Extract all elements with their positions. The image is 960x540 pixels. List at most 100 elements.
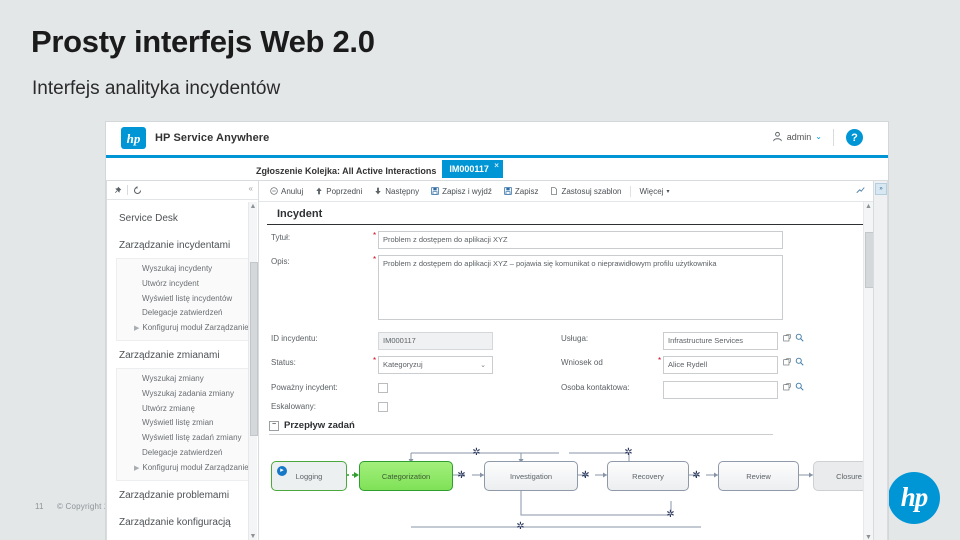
next-button-label: Następny (385, 186, 420, 196)
sidebar-item-create-change[interactable]: Utwórz zmianę (117, 402, 251, 417)
service-input[interactable]: Infrastructure Services (663, 332, 778, 350)
tab-bar: Zgłoszenie Kolejka: All Active Interacti… (106, 158, 888, 180)
workflow-node-logging[interactable]: ▸ Logging (271, 461, 347, 491)
tab-queue[interactable]: Zgłoszenie Kolejka: All Active Interacti… (256, 162, 436, 176)
cancel-button[interactable]: Anuluj (264, 187, 309, 196)
major-incident-label: Poważny incydent: (271, 383, 338, 392)
sidebar-item-create-incident[interactable]: Utwórz incydent (117, 277, 251, 292)
sidebar-item-configure-incident-label: Konfiguruj moduł Zarządzanie ... (142, 323, 251, 333)
user-menu[interactable]: admin ⌄ (772, 131, 822, 142)
gear-icon[interactable]: ✲ (515, 521, 526, 532)
workflow-node-review[interactable]: Review (718, 461, 799, 491)
right-rail: » (874, 180, 888, 540)
toolbar-divider (630, 185, 632, 197)
close-icon[interactable]: × (494, 161, 499, 170)
workflow-node-review-label: Review (746, 471, 771, 481)
sidebar-section-problem-management[interactable]: Zarządzanie problemami (107, 481, 258, 508)
workflow-node-recovery[interactable]: Recovery (607, 461, 689, 491)
workflow-title: Przepływ zadań (284, 420, 355, 431)
scroll-down-icon[interactable]: ▼ (249, 532, 257, 540)
workflow-node-categorization[interactable]: Categorization (359, 461, 453, 491)
incident-id-input: IM000117 (378, 332, 493, 350)
record-panel: Anuluj Poprzedni Następny Zapisz i wyjdź… (258, 180, 874, 540)
sidebar-group-change: Wyszukaj zmiany Wyszukaj zadania zmiany … (116, 367, 252, 481)
sidebar-scroll-thumb[interactable] (250, 262, 258, 436)
search-icon[interactable] (795, 382, 804, 391)
collapse-icon[interactable]: − (269, 420, 279, 431)
major-incident-checkbox[interactable] (378, 383, 388, 393)
gear-icon[interactable]: ✲ (580, 470, 591, 481)
tab-incident[interactable]: IM000117 × (442, 160, 503, 178)
sidebar-toolbar-divider (127, 185, 128, 195)
user-icon (772, 131, 782, 142)
apply-template-button[interactable]: Zastosuj szablon (544, 187, 627, 196)
sidebar-item-approval-delegations[interactable]: Delegacje zatwierdzeń (117, 306, 251, 321)
next-button[interactable]: Następny (368, 187, 425, 196)
sidebar-collapse-icon[interactable]: « (249, 184, 253, 193)
search-icon[interactable] (795, 333, 804, 342)
save-button[interactable]: Zapisz (498, 187, 545, 196)
open-record-icon[interactable] (783, 333, 791, 342)
sidebar-section-service-desk[interactable]: Service Desk (107, 204, 258, 231)
pin-icon[interactable] (113, 186, 122, 195)
content-scroll-thumb[interactable] (865, 232, 873, 288)
content-scrollbar[interactable]: ▲ ▼ (863, 202, 873, 540)
escalated-label: Eskalowany: (271, 402, 316, 411)
search-icon[interactable] (795, 357, 804, 366)
save-and-exit-button[interactable]: Zapisz i wyjdź (425, 187, 498, 196)
sidebar-item-view-change-list[interactable]: Wyświetl listę zmian (117, 416, 251, 431)
form-section-title: Incydent (267, 202, 865, 225)
requested-by-input[interactable]: Alice Rydell (663, 356, 778, 374)
title-input[interactable]: Problem z dostępem do aplikacji XYZ (378, 231, 783, 249)
scroll-up-icon[interactable]: ▲ (249, 202, 257, 211)
gear-icon[interactable]: ✲ (665, 509, 676, 520)
refresh-icon[interactable] (133, 185, 142, 195)
status-select[interactable]: Kategoryzuj ⌄ (378, 356, 493, 374)
gear-icon[interactable]: ✲ (691, 470, 702, 481)
open-record-icon[interactable] (783, 382, 791, 391)
sidebar-item-search-change-tasks[interactable]: Wyszukaj zadania zmiany (117, 387, 251, 402)
required-marker: * (372, 356, 377, 365)
workflow-header[interactable]: − Przepływ zadań (269, 420, 865, 434)
help-icon[interactable]: ? (846, 129, 863, 146)
sidebar-item-view-change-task-list[interactable]: Wyświetl listę zadań zmiany (117, 431, 251, 446)
gear-icon[interactable]: ✲ (623, 447, 634, 458)
requested-by-lookup-controls (783, 356, 804, 366)
sidebar-item-configure-incident-module[interactable]: ▶ Konfiguruj moduł Zarządzanie ... (117, 321, 251, 336)
workflow-node-investigation[interactable]: Investigation (484, 461, 578, 491)
hp-brand-icon-text: hp (126, 130, 141, 146)
sidebar-item-configure-change-label: Konfiguruj moduł Zarządzanie ... (142, 462, 251, 472)
template-icon (551, 187, 558, 195)
gear-icon[interactable]: ✲ (471, 447, 482, 458)
sidebar-item-configure-change-module[interactable]: ▶ Konfiguruj moduł Zarządzanie ... (117, 461, 251, 476)
workflow-canvas: ▸ Logging Categorization Investigation R… (259, 441, 873, 536)
toolbar-expand-icon[interactable] (856, 186, 865, 197)
app-body: « Service Desk Zarządzanie incydentami W… (106, 180, 888, 540)
more-button[interactable]: Więcej ▾ (634, 187, 674, 196)
sidebar: « Service Desk Zarządzanie incydentami W… (106, 180, 258, 540)
sidebar-item-change-approval-delegations[interactable]: Delegacje zatwierdzeń (117, 446, 251, 461)
sidebar-scrollbar[interactable]: ▲ ▼ (248, 202, 258, 540)
required-marker: * (657, 356, 662, 365)
escalated-checkbox[interactable] (378, 402, 388, 412)
hp-logo-text: hp (900, 481, 929, 512)
sidebar-section-change-management[interactable]: Zarządzanie zmianami (107, 341, 258, 368)
app-window: hp HP Service Anywhere admin ⌄ ? Zgłosze… (106, 122, 888, 540)
sidebar-section-incident-management[interactable]: Zarządzanie incydentami (107, 231, 258, 258)
gear-icon[interactable]: ✲ (456, 470, 467, 481)
logging-status-badge: ▸ (277, 466, 287, 476)
open-record-icon[interactable] (783, 357, 791, 366)
scroll-up-icon[interactable]: ▲ (864, 202, 873, 212)
chevron-down-icon: ⌄ (480, 362, 486, 369)
description-textarea[interactable]: Problem z dostępem do aplikacji XYZ – po… (378, 255, 783, 320)
sidebar-item-search-incidents[interactable]: Wyszukaj incydenty (117, 262, 251, 277)
previous-button[interactable]: Poprzedni (309, 187, 368, 196)
tab-incident-label: IM000117 (449, 164, 489, 174)
sidebar-item-search-changes[interactable]: Wyszukaj zmiany (117, 372, 251, 387)
sidebar-item-view-incident-list[interactable]: Wyświetl listę incydentów (117, 292, 251, 307)
contact-input[interactable] (663, 381, 778, 399)
cancel-button-label: Anuluj (281, 186, 304, 196)
right-rail-expand-icon[interactable]: » (875, 183, 887, 195)
scroll-down-icon[interactable]: ▼ (864, 533, 873, 540)
sidebar-section-configuration-management[interactable]: Zarządzanie konfiguracją (107, 508, 258, 535)
